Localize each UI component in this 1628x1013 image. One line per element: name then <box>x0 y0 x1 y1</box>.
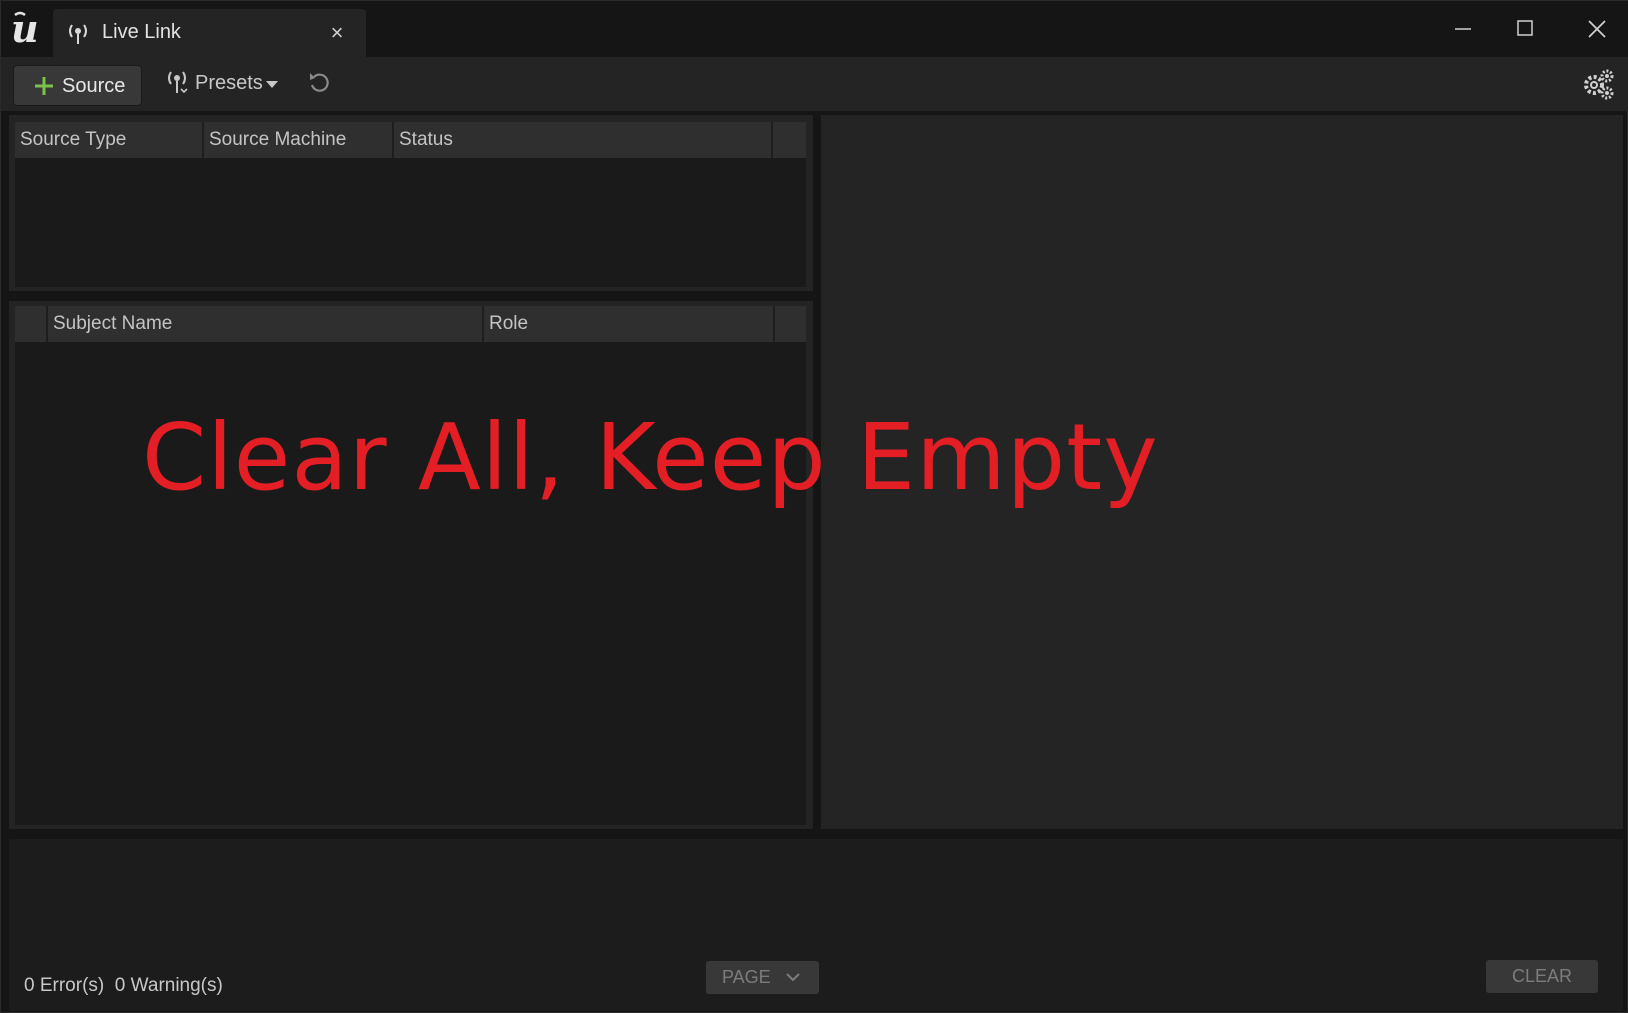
error-count: 0 Error(s) <box>24 975 105 996</box>
sources-header-row: Source Type Source Machine Status <box>15 122 806 158</box>
bottom-splitter[interactable] <box>9 829 1623 839</box>
maximize-icon[interactable] <box>1503 11 1547 47</box>
subjects-header-row: Subject Name Role <box>15 306 806 342</box>
settings-icon[interactable] <box>1581 68 1615 100</box>
presets-label: Presets <box>195 72 263 94</box>
column-header-source-machine[interactable]: Source Machine <box>204 122 394 158</box>
horizontal-splitter[interactable] <box>9 291 813 301</box>
page-button-label: PAGE <box>722 967 771 987</box>
reset-icon[interactable] <box>307 69 333 97</box>
caret-down-icon <box>266 81 278 88</box>
svg-text:u: u <box>11 7 39 49</box>
clear-button[interactable]: CLEAR <box>1486 960 1598 993</box>
presets-icon <box>168 71 188 94</box>
live-link-icon <box>69 24 87 44</box>
live-link-window: u Live Link × Source Presets Source Type… <box>0 0 1628 1013</box>
column-header-status[interactable]: Status <box>394 122 773 158</box>
unreal-logo-icon: u <box>11 7 39 49</box>
column-header-subject-name[interactable]: Subject Name <box>48 306 484 342</box>
add-source-button[interactable]: Source <box>13 65 142 106</box>
column-header-source-type[interactable]: Source Type <box>15 122 204 158</box>
source-button-label: Source <box>62 75 126 97</box>
toolbar: Source Presets <box>1 57 1628 111</box>
close-window-icon[interactable] <box>1575 11 1619 47</box>
tab-live-link[interactable]: Live Link × <box>53 9 366 57</box>
chevron-down-icon <box>786 973 800 982</box>
minimize-icon[interactable] <box>1441 11 1485 47</box>
presets-dropdown[interactable]: Presets <box>165 67 285 103</box>
tab-title: Live Link <box>102 21 181 43</box>
subjects-list[interactable]: Subject Name Role <box>15 306 806 825</box>
output-log-panel: 0 Error(s) 0 Warning(s) PAGE CLEAR <box>9 839 1623 1011</box>
close-tab-icon[interactable]: × <box>325 19 349 47</box>
column-header-role[interactable]: Role <box>484 306 775 342</box>
sources-list[interactable]: Source Type Source Machine Status <box>15 122 806 287</box>
title-bar: u Live Link × <box>1 1 1628 57</box>
page-button[interactable]: PAGE <box>706 961 819 994</box>
column-header-enabled[interactable] <box>15 306 48 342</box>
overlay-annotation: Clear All, Keep Empty <box>142 404 1159 511</box>
warning-count: 0 Warning(s) <box>114 975 223 996</box>
plus-icon <box>35 77 53 95</box>
log-status: 0 Error(s) 0 Warning(s) <box>24 975 223 997</box>
